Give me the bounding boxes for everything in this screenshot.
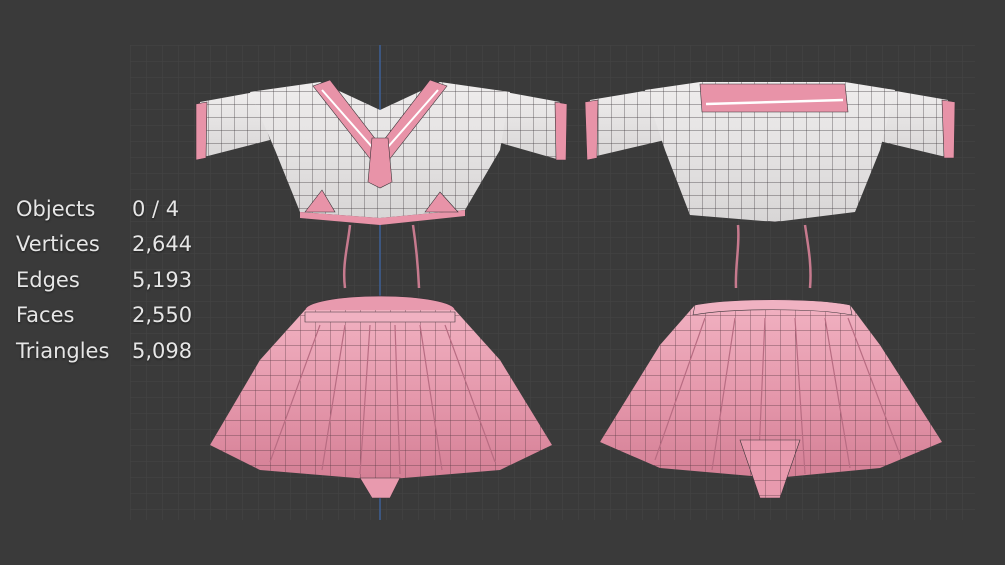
stat-label: Faces bbox=[16, 303, 75, 327]
stat-value: 5,193 bbox=[132, 268, 193, 292]
stat-value: 5,098 bbox=[132, 339, 193, 363]
stat-row-objects: Objects 0 / 4 bbox=[16, 194, 206, 224]
stat-value: 2,644 bbox=[132, 232, 193, 256]
stat-row-edges: Edges 5,193 bbox=[16, 265, 206, 295]
stat-value: 2,550 bbox=[132, 303, 193, 327]
stat-label: Triangles bbox=[16, 339, 110, 363]
viewport-statistics-overlay: Objects 0 / 4 Vertices 2,644 Edges 5,193… bbox=[0, 190, 210, 380]
stat-label: Edges bbox=[16, 268, 80, 292]
stat-value: 0 / 4 bbox=[132, 197, 180, 221]
stat-label: Objects bbox=[16, 197, 96, 221]
stat-row-triangles: Triangles 5,098 bbox=[16, 336, 206, 366]
stat-row-vertices: Vertices 2,644 bbox=[16, 229, 206, 259]
stat-label: Vertices bbox=[16, 232, 100, 256]
stat-row-faces: Faces 2,550 bbox=[16, 300, 206, 330]
